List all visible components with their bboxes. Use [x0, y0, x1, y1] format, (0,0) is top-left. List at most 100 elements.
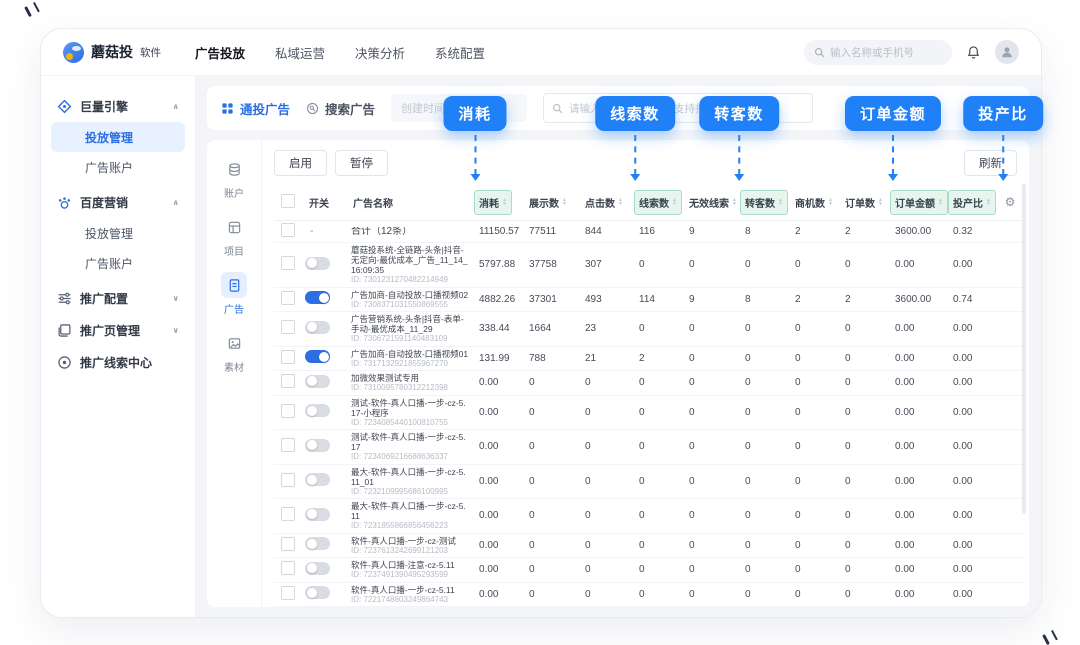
column-header-roi[interactable]: 投产比▲▼	[946, 184, 996, 221]
row-checkbox[interactable]	[281, 404, 295, 418]
sidebar-group-promotion-pages[interactable]: 推广页管理 ∨	[51, 314, 185, 346]
pause-button[interactable]: 暂停	[335, 150, 388, 176]
row-checkbox[interactable]	[281, 537, 295, 551]
filter-dropdown[interactable]: ▾	[829, 94, 875, 122]
column-header-impressions[interactable]: 展示数▲▼	[522, 184, 578, 221]
ad-name[interactable]: 蘑菇投系统-全链路-头条|抖音-无定向-最优成本_广告_11_14_16:09:…	[351, 245, 469, 275]
tab-label: 搜索广告	[325, 99, 375, 118]
ad-name[interactable]: 最大-软件-真人口播-一步-cz-5.11_01	[351, 467, 469, 487]
column-header-opportunities[interactable]: 商机数▲▼	[788, 184, 838, 221]
column-header-order_amount[interactable]: 订单金额▲▼	[888, 184, 946, 221]
row-checkbox[interactable]	[281, 320, 295, 334]
ad-name[interactable]: 软件-真人口播-一步-cz-5.11	[351, 585, 469, 595]
sort-icon[interactable]: ▲▼	[828, 198, 833, 207]
tab-search-ads[interactable]: 搜索广告	[306, 99, 375, 118]
metric-cell: 338.44	[472, 312, 522, 347]
metric-cell: 0	[522, 558, 578, 583]
ad-name[interactable]: 软件-真人口播-注意-cz-5.11	[351, 560, 469, 570]
ad-status-toggle[interactable]	[305, 439, 330, 452]
metric-cell: 0	[738, 395, 788, 430]
ad-status-toggle[interactable]	[305, 586, 330, 599]
sidebar-group-ocean-engine[interactable]: 巨量引擎 ∧	[51, 90, 185, 122]
rail-item-accounts[interactable]: 账户	[212, 154, 256, 202]
ad-name[interactable]: 软件-真人口播-一步-cz-测试	[351, 536, 469, 546]
ad-search-input[interactable]: 请输入广告名称或ID，支持批量搜索广告ID	[543, 93, 813, 123]
table-row: 广告营销系统-头条|抖音-表单-手动-最优成本_11_29ID: 7306721…	[274, 312, 1024, 347]
sort-icon[interactable]: ▲▼	[938, 198, 943, 207]
sort-icon[interactable]: ▲▼	[986, 198, 991, 207]
row-checkbox[interactable]	[281, 374, 295, 388]
sidebar-group-promotion-config[interactable]: 推广配置 ∨	[51, 282, 185, 314]
sidebar-item-ad-accounts-baidu[interactable]: 广告账户	[51, 248, 185, 278]
rail-item-projects[interactable]: 项目	[212, 212, 256, 260]
ad-name[interactable]: 最大-软件-真人口播-一步-cz-5.11	[351, 501, 469, 521]
row-checkbox[interactable]	[281, 507, 295, 521]
sidebar-item-delivery-management-baidu[interactable]: 投放管理	[51, 218, 185, 248]
sidebar-item-ad-accounts[interactable]: 广告账户	[51, 152, 185, 182]
column-header-cost[interactable]: 消耗▲▼	[472, 184, 522, 221]
ad-status-toggle[interactable]	[305, 257, 330, 270]
enable-button[interactable]: 启用	[274, 150, 327, 176]
row-checkbox[interactable]	[281, 586, 295, 600]
ad-name[interactable]: 测试-软件-真人口播-一步-cz-5.17-小程序	[351, 398, 469, 418]
ad-name[interactable]: 广告营销系统-头条|抖音-表单-手动-最优成本_11_29	[351, 314, 469, 334]
nav-decision-analysis[interactable]: 决策分析	[355, 43, 405, 62]
decoration-top-left	[24, 2, 40, 17]
ad-name[interactable]: 测试-软件-真人口播-一步-cz-5.17	[351, 432, 469, 452]
ad-status-toggle[interactable]	[305, 291, 330, 304]
user-avatar[interactable]	[995, 40, 1019, 64]
pages-icon	[57, 323, 72, 338]
ad-status-toggle[interactable]	[305, 508, 330, 521]
scrollbar[interactable]	[1022, 184, 1026, 514]
sidebar-item-lead-center[interactable]: 推广线索中心	[51, 346, 185, 378]
column-header-invalid_leads[interactable]: 无效线索▲▼	[682, 184, 738, 221]
column-header-clicks[interactable]: 点击数▲▼	[578, 184, 632, 221]
tab-general-ads[interactable]: 通投广告	[221, 99, 290, 118]
metric-cell: 0	[738, 430, 788, 465]
ad-status-toggle[interactable]	[305, 321, 330, 334]
column-header-leads[interactable]: 线索数▲▼	[632, 184, 682, 221]
rail-item-ads[interactable]: 广告	[212, 270, 256, 318]
rail-item-materials[interactable]: 素材	[212, 328, 256, 376]
row-checkbox[interactable]	[281, 256, 295, 270]
notification-bell-icon[interactable]	[966, 45, 981, 60]
sort-icon[interactable]: ▲▼	[878, 198, 883, 207]
ad-name[interactable]: 加微效果测试专用	[351, 373, 469, 383]
global-search-input[interactable]: 输入名称或手机号	[804, 40, 952, 65]
ad-status-toggle[interactable]	[305, 562, 330, 575]
column-header-converted[interactable]: 转客数▲▼	[738, 184, 788, 221]
ad-status-toggle[interactable]	[305, 350, 330, 363]
refresh-button[interactable]: 刷新	[964, 150, 1017, 176]
sidebar-item-delivery-management[interactable]: 投放管理	[51, 122, 185, 152]
ad-status-toggle[interactable]	[305, 375, 330, 388]
row-checkbox[interactable]	[281, 473, 295, 487]
sort-icon[interactable]: ▲▼	[672, 198, 677, 207]
sort-icon[interactable]: ▲▼	[562, 198, 567, 207]
select-all-checkbox[interactable]	[281, 194, 295, 208]
nav-system-config[interactable]: 系统配置	[435, 43, 485, 62]
row-checkbox[interactable]	[281, 350, 295, 364]
column-settings-gear-icon[interactable]: ⚙	[1005, 195, 1016, 209]
create-time-picker[interactable]: 创建时间 请选择	[391, 94, 527, 122]
metric-cell: 0	[838, 395, 888, 430]
sidebar-group-baidu-marketing[interactable]: 百度营销 ∧	[51, 186, 185, 218]
sort-icon[interactable]: ▲▼	[778, 198, 783, 207]
ad-name[interactable]: 广告加商-自动投放-口播视频01	[351, 349, 469, 359]
nav-private-domain[interactable]: 私域运营	[275, 43, 325, 62]
ad-status-toggle[interactable]	[305, 537, 330, 550]
ad-status-toggle[interactable]	[305, 404, 330, 417]
nav-ad-delivery[interactable]: 广告投放	[195, 43, 245, 62]
ad-status-toggle[interactable]	[305, 473, 330, 486]
ad-id: ID: 7234085440100810755	[351, 418, 469, 428]
ad-name[interactable]: 广告加商-自动投放-口播视频02	[351, 290, 469, 300]
metric-cell: 0.74	[946, 287, 996, 312]
sort-icon[interactable]: ▲▼	[502, 198, 507, 207]
sort-icon[interactable]: ▲▼	[732, 198, 737, 207]
row-checkbox[interactable]	[281, 291, 295, 305]
sort-icon[interactable]: ▲▼	[618, 198, 623, 207]
row-checkbox[interactable]	[281, 223, 295, 237]
row-checkbox[interactable]	[281, 561, 295, 575]
metric-cell: 0.00	[946, 558, 996, 583]
row-checkbox[interactable]	[281, 438, 295, 452]
column-header-orders[interactable]: 订单数▲▼	[838, 184, 888, 221]
